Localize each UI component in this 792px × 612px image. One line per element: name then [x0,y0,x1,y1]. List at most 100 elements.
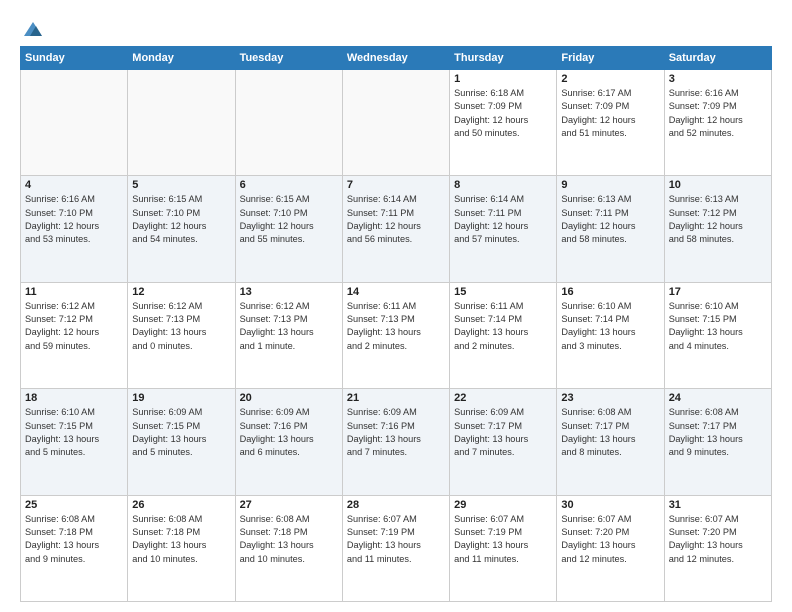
day-number: 14 [347,286,445,298]
day-number: 22 [454,392,552,404]
day-info: Sunrise: 6:07 AMSunset: 7:20 PMDaylight:… [669,513,767,566]
day-info: Sunrise: 6:16 AMSunset: 7:10 PMDaylight:… [25,193,123,246]
day-number: 28 [347,499,445,511]
day-number: 4 [25,179,123,191]
week-row-5: 25 Sunrise: 6:08 AMSunset: 7:18 PMDayligh… [21,495,772,601]
day-number: 1 [454,73,552,85]
weekday-header-tuesday: Tuesday [235,47,342,70]
day-info: Sunrise: 6:12 AMSunset: 7:13 PMDaylight:… [132,300,230,353]
calendar-cell: 17 Sunrise: 6:10 AMSunset: 7:15 PMDayligh… [664,282,771,388]
calendar-cell: 22Sunrise: 6:09 AMSunset: 7:17 PMDayligh… [450,389,557,495]
calendar-cell: 29Sunrise: 6:07 AMSunset: 7:19 PMDayligh… [450,495,557,601]
day-info: Sunrise: 6:12 AMSunset: 7:13 PMDaylight:… [240,300,338,353]
day-info: Sunrise: 6:09 AMSunset: 7:15 PMDaylight:… [132,406,230,459]
week-row-3: 11 Sunrise: 6:12 AMSunset: 7:12 PMDayligh… [21,282,772,388]
calendar-cell: 28 Sunrise: 6:07 AMSunset: 7:19 PMDayligh… [342,495,449,601]
day-info: Sunrise: 6:10 AMSunset: 7:15 PMDaylight:… [669,300,767,353]
day-info: Sunrise: 6:15 AMSunset: 7:10 PMDaylight:… [240,193,338,246]
day-number: 31 [669,499,767,511]
weekday-header-friday: Friday [557,47,664,70]
day-number: 7 [347,179,445,191]
day-info: Sunrise: 6:18 AMSunset: 7:09 PMDaylight:… [454,87,552,140]
day-number: 8 [454,179,552,191]
calendar-cell: 1 Sunrise: 6:18 AMSunset: 7:09 PMDaylight… [450,70,557,176]
day-number: 18 [25,392,123,404]
weekday-header-sunday: Sunday [21,47,128,70]
calendar-cell: 14 Sunrise: 6:11 AMSunset: 7:13 PMDayligh… [342,282,449,388]
calendar-cell: 10 Sunrise: 6:13 AMSunset: 7:12 PMDayligh… [664,176,771,282]
day-number: 5 [132,179,230,191]
calendar-cell: 24 Sunrise: 6:08 AMSunset: 7:17 PMDayligh… [664,389,771,495]
header [20,18,772,36]
day-number: 15 [454,286,552,298]
calendar-cell [235,70,342,176]
day-number: 25 [25,499,123,511]
day-info: Sunrise: 6:08 AMSunset: 7:17 PMDaylight:… [561,406,659,459]
calendar-cell: 4 Sunrise: 6:16 AMSunset: 7:10 PMDaylight… [21,176,128,282]
calendar-cell: 18 Sunrise: 6:10 AMSunset: 7:15 PMDayligh… [21,389,128,495]
day-number: 11 [25,286,123,298]
day-number: 24 [669,392,767,404]
calendar-cell: 30Sunrise: 6:07 AMSunset: 7:20 PMDayligh… [557,495,664,601]
calendar-cell: 5 Sunrise: 6:15 AMSunset: 7:10 PMDaylight… [128,176,235,282]
day-info: Sunrise: 6:07 AMSunset: 7:19 PMDaylight:… [347,513,445,566]
week-row-4: 18 Sunrise: 6:10 AMSunset: 7:15 PMDayligh… [21,389,772,495]
weekday-header-row: SundayMondayTuesdayWednesdayThursdayFrid… [21,47,772,70]
day-info: Sunrise: 6:11 AMSunset: 7:13 PMDaylight:… [347,300,445,353]
day-info: Sunrise: 6:10 AMSunset: 7:15 PMDaylight:… [25,406,123,459]
weekday-header-monday: Monday [128,47,235,70]
calendar-cell: 23 Sunrise: 6:08 AMSunset: 7:17 PMDayligh… [557,389,664,495]
day-number: 20 [240,392,338,404]
day-number: 21 [347,392,445,404]
calendar-cell: 9 Sunrise: 6:13 AMSunset: 7:11 PMDaylight… [557,176,664,282]
logo [20,18,44,36]
day-info: Sunrise: 6:08 AMSunset: 7:17 PMDaylight:… [669,406,767,459]
day-number: 10 [669,179,767,191]
calendar-cell [342,70,449,176]
calendar-cell: 16Sunrise: 6:10 AMSunset: 7:14 PMDayligh… [557,282,664,388]
day-number: 12 [132,286,230,298]
logo-icon [22,18,44,40]
day-info: Sunrise: 6:08 AMSunset: 7:18 PMDaylight:… [240,513,338,566]
day-info: Sunrise: 6:11 AMSunset: 7:14 PMDaylight:… [454,300,552,353]
calendar-cell: 7Sunrise: 6:14 AMSunset: 7:11 PMDaylight… [342,176,449,282]
calendar-cell: 6 Sunrise: 6:15 AMSunset: 7:10 PMDaylight… [235,176,342,282]
day-info: Sunrise: 6:09 AMSunset: 7:16 PMDaylight:… [240,406,338,459]
calendar-cell [128,70,235,176]
calendar-cell: 20 Sunrise: 6:09 AMSunset: 7:16 PMDayligh… [235,389,342,495]
day-info: Sunrise: 6:13 AMSunset: 7:12 PMDaylight:… [669,193,767,246]
day-number: 16 [561,286,659,298]
day-number: 19 [132,392,230,404]
day-info: Sunrise: 6:08 AMSunset: 7:18 PMDaylight:… [25,513,123,566]
day-info: Sunrise: 6:13 AMSunset: 7:11 PMDaylight:… [561,193,659,246]
day-number: 9 [561,179,659,191]
weekday-header-saturday: Saturday [664,47,771,70]
calendar-cell: 15 Sunrise: 6:11 AMSunset: 7:14 PMDayligh… [450,282,557,388]
calendar-cell: 13 Sunrise: 6:12 AMSunset: 7:13 PMDayligh… [235,282,342,388]
calendar-cell: 8Sunrise: 6:14 AMSunset: 7:11 PMDaylight… [450,176,557,282]
weekday-header-thursday: Thursday [450,47,557,70]
day-number: 23 [561,392,659,404]
day-number: 26 [132,499,230,511]
calendar-cell: 19 Sunrise: 6:09 AMSunset: 7:15 PMDayligh… [128,389,235,495]
day-info: Sunrise: 6:12 AMSunset: 7:12 PMDaylight:… [25,300,123,353]
day-info: Sunrise: 6:09 AMSunset: 7:16 PMDaylight:… [347,406,445,459]
week-row-1: 1 Sunrise: 6:18 AMSunset: 7:09 PMDaylight… [21,70,772,176]
calendar-cell: 25 Sunrise: 6:08 AMSunset: 7:18 PMDayligh… [21,495,128,601]
day-number: 6 [240,179,338,191]
calendar-table: SundayMondayTuesdayWednesdayThursdayFrid… [20,46,772,602]
day-number: 17 [669,286,767,298]
week-row-2: 4 Sunrise: 6:16 AMSunset: 7:10 PMDaylight… [21,176,772,282]
day-number: 29 [454,499,552,511]
calendar-cell: 27Sunrise: 6:08 AMSunset: 7:18 PMDayligh… [235,495,342,601]
day-number: 3 [669,73,767,85]
day-number: 2 [561,73,659,85]
page: SundayMondayTuesdayWednesdayThursdayFrid… [0,0,792,612]
day-number: 13 [240,286,338,298]
day-number: 30 [561,499,659,511]
day-info: Sunrise: 6:17 AMSunset: 7:09 PMDaylight:… [561,87,659,140]
day-info: Sunrise: 6:15 AMSunset: 7:10 PMDaylight:… [132,193,230,246]
calendar-cell: 26Sunrise: 6:08 AMSunset: 7:18 PMDayligh… [128,495,235,601]
calendar-cell: 11 Sunrise: 6:12 AMSunset: 7:12 PMDayligh… [21,282,128,388]
day-info: Sunrise: 6:16 AMSunset: 7:09 PMDaylight:… [669,87,767,140]
